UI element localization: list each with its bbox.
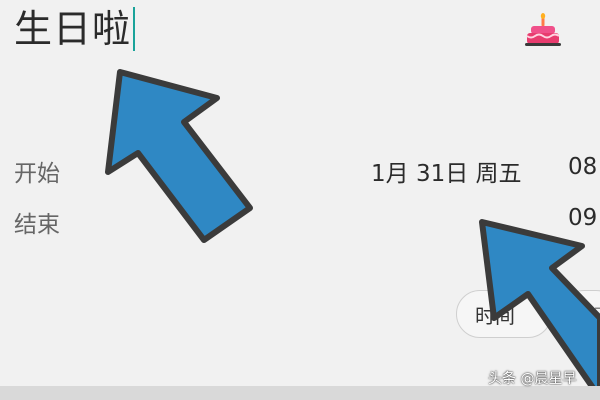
bottom-bar [0, 386, 600, 400]
text-cursor [133, 7, 136, 51]
event-title-field[interactable]: 生日啦 [14, 2, 136, 56]
event-title-input[interactable]: 生日啦 [14, 10, 131, 48]
start-time[interactable]: 08 [568, 154, 597, 180]
start-date[interactable]: 1月 31日 周五 [371, 154, 522, 188]
end-label: 结束 [14, 212, 60, 238]
time-chip-label: 时间 [475, 303, 515, 328]
allday-chip-label: 全天 [573, 303, 600, 328]
birthday-cake-icon[interactable] [522, 8, 564, 50]
time-chip[interactable]: 时间 [456, 290, 552, 338]
watermark: 头条 @晨星早 [488, 371, 577, 387]
end-time[interactable]: 09 [568, 205, 597, 231]
annotation-overlay [105, 69, 600, 400]
start-label: 开始 [14, 161, 60, 187]
allday-chip[interactable]: 全天 [560, 290, 600, 338]
calendar-event-editor: 生日啦 开始 1月 31日 周五 08 结束 09 时间 全天 头条 @晨星早 [0, 0, 600, 400]
arrow-to-title-icon [105, 69, 253, 243]
